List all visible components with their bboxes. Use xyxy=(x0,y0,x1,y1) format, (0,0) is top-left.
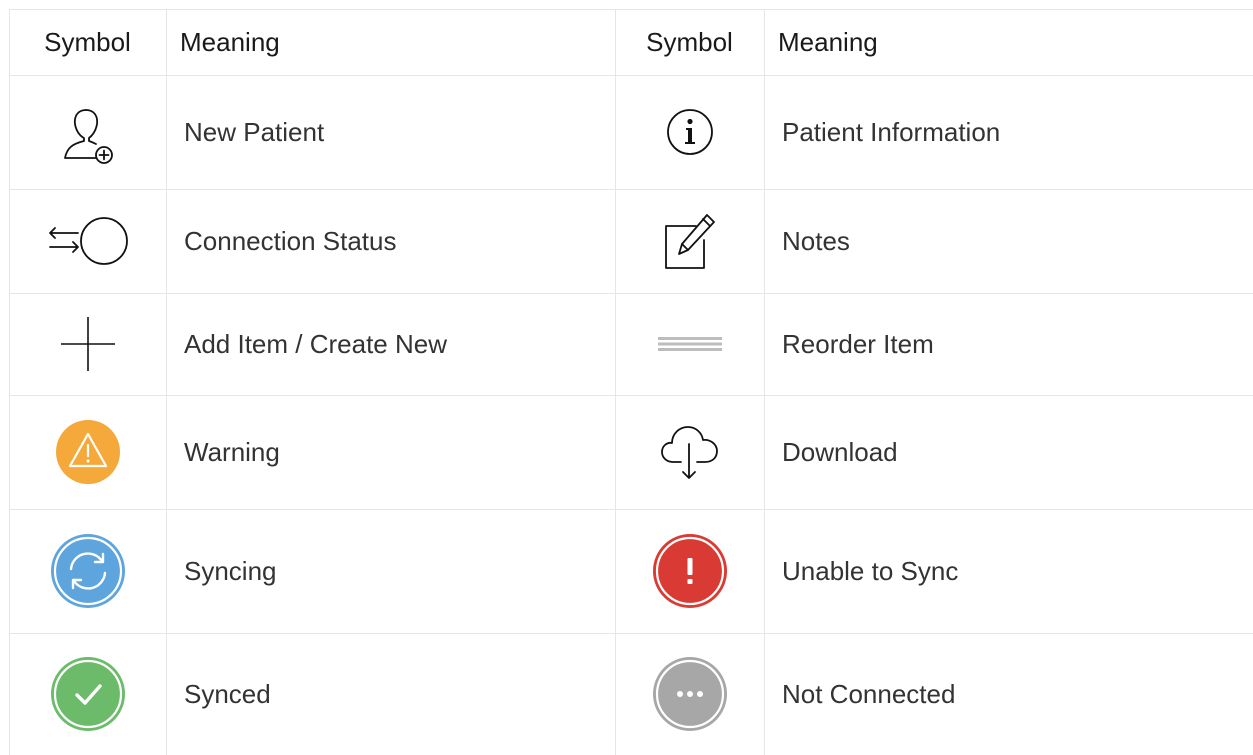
table-row-symbol xyxy=(615,509,764,633)
table-row-meaning: New Patient xyxy=(184,116,325,147)
table-row-meaning: Download xyxy=(782,436,898,467)
header-symbol-right: Symbol xyxy=(646,26,733,57)
notes-icon xyxy=(664,214,715,269)
table-row-meaning: Add Item / Create New xyxy=(184,328,447,359)
table-row-symbol xyxy=(9,293,166,395)
table-row-symbol xyxy=(615,293,764,395)
info-icon xyxy=(666,109,713,155)
header-symbol-left: Symbol xyxy=(44,26,131,57)
table-row-symbol xyxy=(615,75,764,189)
connection-status-icon xyxy=(48,217,128,265)
table-row-symbol xyxy=(615,633,764,755)
table-row-meaning: Warning xyxy=(184,436,280,467)
table-row-symbol xyxy=(615,395,764,509)
table-row-symbol xyxy=(9,633,166,755)
table-row-meaning: Syncing xyxy=(184,555,277,586)
download-icon xyxy=(660,426,718,479)
table-row-meaning: Reorder Item xyxy=(782,328,934,359)
reorder-icon xyxy=(657,337,722,351)
syncing-icon xyxy=(50,534,125,608)
table-row-meaning: Not Connected xyxy=(782,678,956,709)
header-meaning-left: Meaning xyxy=(180,26,280,57)
table-row-meaning: Unable to Sync xyxy=(782,555,959,586)
table-row-meaning: Synced xyxy=(184,678,271,709)
table-row-meaning: Patient Information xyxy=(782,116,1001,147)
table-row-symbol xyxy=(9,509,166,633)
plus-icon xyxy=(60,317,115,371)
table-row-symbol xyxy=(9,75,166,189)
warning-icon xyxy=(55,420,120,484)
table-row-meaning: Connection Status xyxy=(184,225,397,256)
not-connected-icon xyxy=(652,657,727,731)
unable-to-sync-icon xyxy=(652,534,727,608)
synced-icon xyxy=(50,657,125,731)
table-row-symbol xyxy=(9,189,166,293)
new-patient-icon xyxy=(63,109,113,164)
header-meaning-right: Meaning xyxy=(778,26,878,57)
table-row-meaning: Notes xyxy=(782,225,850,256)
table-row-symbol xyxy=(9,395,166,509)
table-row-symbol xyxy=(615,189,764,293)
symbol-legend-table: Symbol Meaning Symbol Meaning New Patien… xyxy=(9,9,1253,755)
